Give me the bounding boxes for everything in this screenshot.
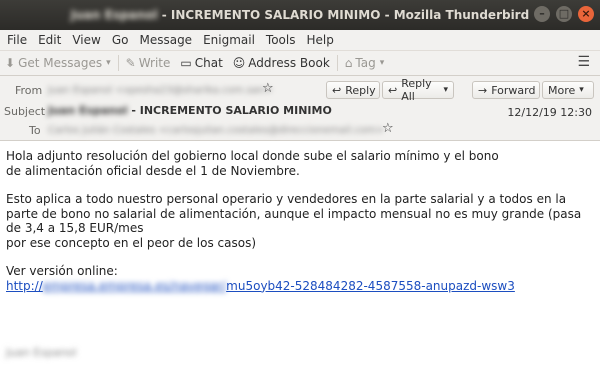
- hamburger-menu-icon[interactable]: ☰: [577, 54, 590, 70]
- subject-text: - INCREMENTO SALARIO MINIMO: [127, 104, 332, 117]
- body-paragraph: Hola adjunto resolución del gobierno loc…: [6, 149, 499, 178]
- address-book-button[interactable]: ☺ Address Book: [228, 52, 335, 74]
- more-label: More: [548, 83, 576, 97]
- to-label: To: [29, 124, 41, 137]
- get-messages-label: Get Messages: [18, 56, 103, 70]
- menu-tools[interactable]: Tools: [266, 33, 296, 47]
- from-label: From: [15, 84, 43, 97]
- maximize-button[interactable]: □: [556, 6, 572, 22]
- message-header: From Juan Espanol <xpesha23@sharika.com.…: [0, 76, 600, 141]
- download-icon: ⬇: [5, 56, 16, 70]
- reply-button[interactable]: ↩ Reply: [326, 81, 380, 99]
- chevron-down-icon: ▾: [379, 58, 385, 68]
- write-label: Write: [138, 56, 171, 70]
- reply-label: Reply: [345, 83, 376, 97]
- link-hidden-part[interactable]: empresa.empresa.es/navegar/: [43, 279, 226, 293]
- menu-edit[interactable]: Edit: [38, 33, 61, 47]
- reply-all-label: Reply All: [401, 77, 432, 103]
- window-titlebar: Juan Espanol - INCREMENTO SALARIO MINIMO…: [0, 0, 600, 30]
- menu-enigmail[interactable]: Enigmail: [203, 33, 255, 47]
- chevron-down-icon[interactable]: ▾: [443, 85, 448, 95]
- write-button[interactable]: ✎ Write: [121, 52, 176, 74]
- body-paragraph: Esto aplica a todo nuestro personal oper…: [6, 192, 582, 250]
- star-icon[interactable]: ☆: [382, 121, 394, 136]
- main-toolbar: ⬇ Get Messages ▾ ✎ Write ▭ Chat ☺ Addres…: [0, 51, 600, 76]
- online-version-link[interactable]: http://empresa.empresa.es/navegar/mu5oyb…: [6, 279, 594, 294]
- window-title: - INCREMENTO SALARIO MINIMO - Mozilla Th…: [157, 8, 530, 22]
- online-version-label: Ver versión online:: [6, 264, 118, 278]
- menu-file[interactable]: File: [7, 33, 27, 47]
- chevron-down-icon[interactable]: ▾: [106, 58, 111, 68]
- menu-view[interactable]: View: [72, 33, 100, 47]
- to-value[interactable]: Carlos Julián Costales <carlosjulian.cos…: [48, 125, 384, 136]
- chat-icon: ▭: [180, 56, 192, 70]
- reply-all-icon: ↩: [388, 83, 398, 97]
- menu-message[interactable]: Message: [139, 33, 192, 47]
- chat-button[interactable]: ▭ Chat: [175, 52, 227, 74]
- message-date: 12/12/19 12:30: [507, 106, 592, 119]
- tag-icon: ⌂: [344, 56, 353, 70]
- chat-label: Chat: [194, 56, 223, 70]
- menubar: File Edit View Go Message Enigmail Tools…: [0, 30, 600, 51]
- chevron-down-icon: ▾: [579, 85, 584, 95]
- title-sender: Juan Espanol: [70, 8, 158, 22]
- subject-sender: Juan Espanol: [48, 104, 128, 117]
- forward-label: Forward: [491, 83, 536, 97]
- subject-label: Subject: [4, 105, 46, 118]
- menu-go[interactable]: Go: [112, 33, 129, 47]
- close-button[interactable]: ×: [578, 6, 594, 22]
- from-value[interactable]: Juan Espanol <xpesha23@sharika.com.san>: [48, 85, 273, 96]
- link-prefix[interactable]: http://: [6, 279, 43, 293]
- reply-all-button[interactable]: ↩ Reply All ▾: [382, 77, 454, 103]
- forward-icon: →: [478, 83, 488, 97]
- tag-button[interactable]: ⌂ Tag ▾: [340, 52, 389, 74]
- pencil-icon: ✎: [125, 56, 136, 70]
- menu-help[interactable]: Help: [306, 33, 333, 47]
- signature: Juan Espanol: [6, 346, 77, 359]
- message-body: Hola adjunto resolución del gobierno loc…: [0, 141, 600, 301]
- reply-icon: ↩: [332, 83, 342, 97]
- link-path[interactable]: mu5oyb42-528484282-4587558-anupazd-wsw3: [226, 279, 515, 293]
- forward-button[interactable]: → Forward: [472, 81, 540, 99]
- minimize-button[interactable]: –: [534, 6, 550, 22]
- contact-icon: ☺: [232, 56, 246, 70]
- separator: [336, 55, 338, 71]
- address-book-label: Address Book: [248, 56, 330, 70]
- tag-label: Tag: [355, 56, 376, 70]
- more-button[interactable]: More ▾: [542, 81, 594, 99]
- subject-value: Juan Espanol - INCREMENTO SALARIO MINIMO: [48, 104, 332, 117]
- get-messages-button[interactable]: ⬇ Get Messages ▾: [0, 52, 116, 74]
- star-icon[interactable]: ☆: [262, 81, 274, 96]
- separator: [117, 55, 119, 71]
